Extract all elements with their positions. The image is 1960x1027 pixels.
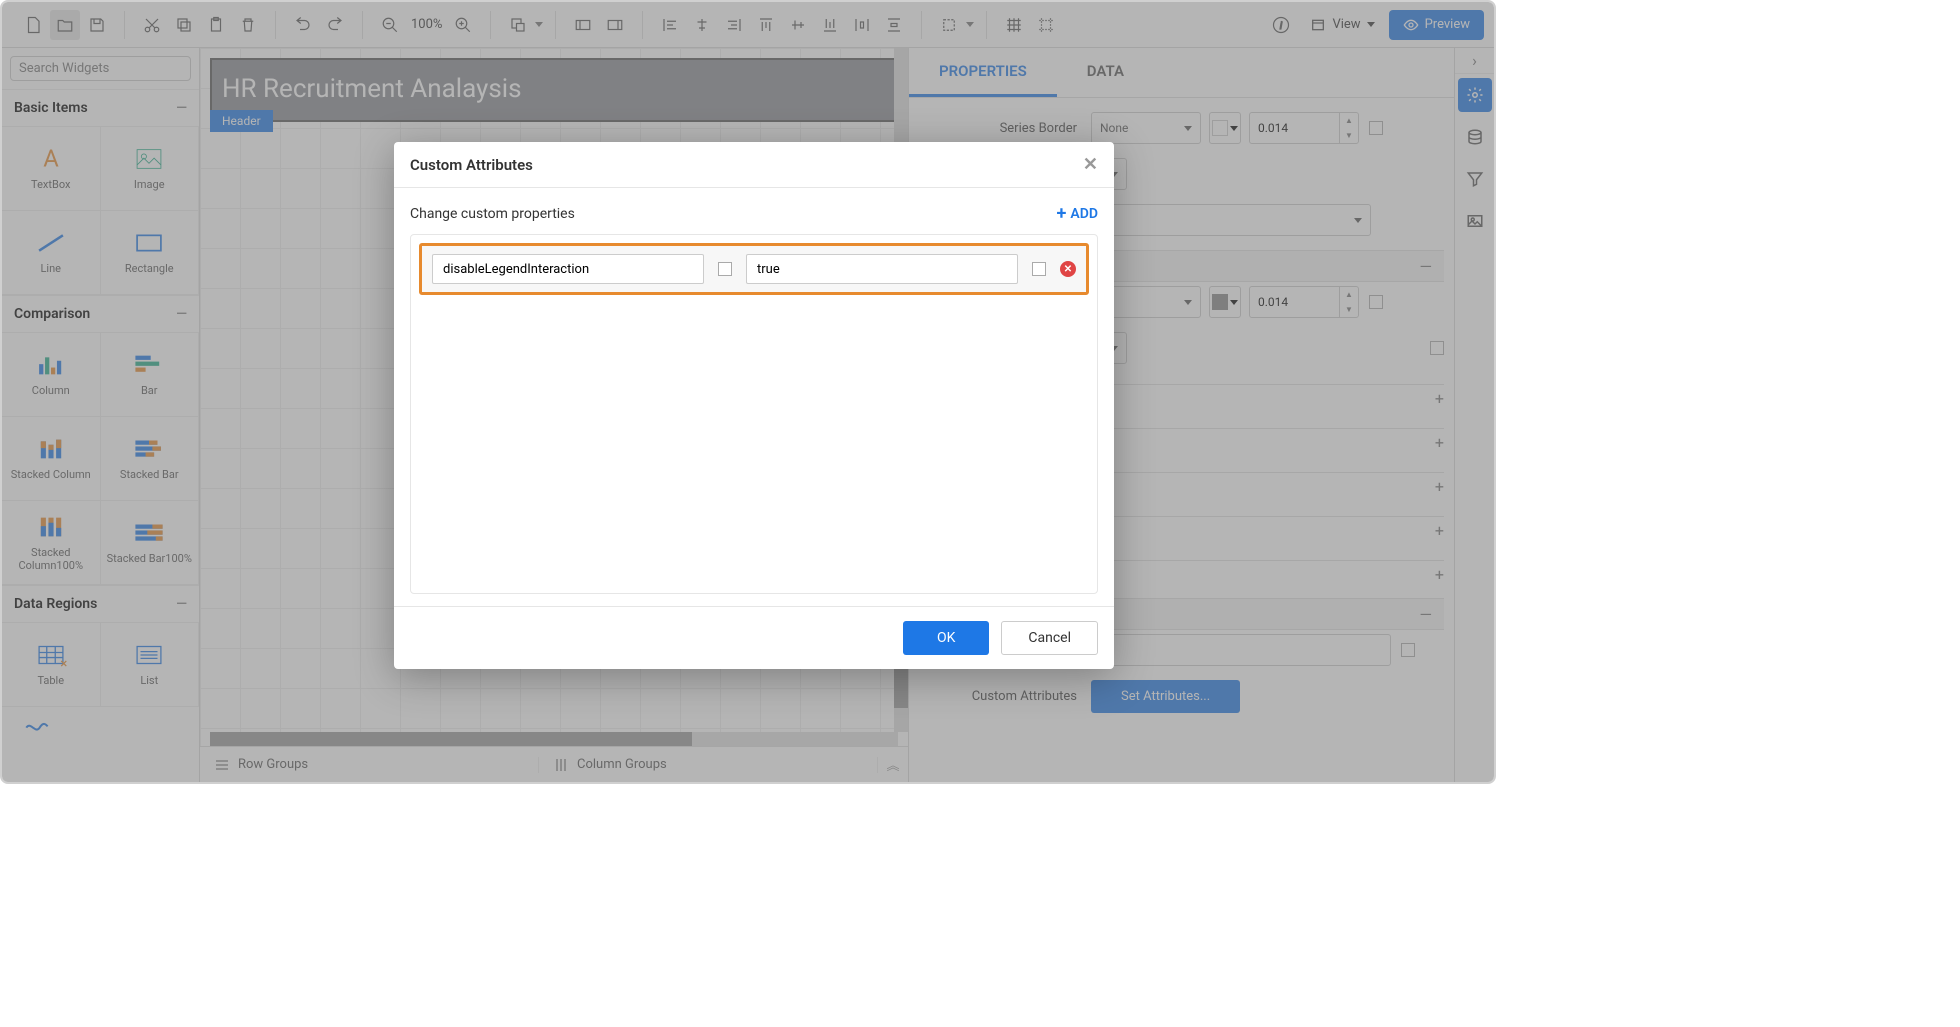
- delete-attribute-icon[interactable]: ✕: [1060, 261, 1076, 277]
- attribute-name-input[interactable]: [432, 254, 704, 284]
- dialog-title: Custom Attributes: [410, 156, 533, 174]
- attribute-name-checkbox[interactable]: [718, 262, 732, 276]
- attribute-value-input[interactable]: [746, 254, 1018, 284]
- attributes-list: ✕: [410, 234, 1098, 594]
- dialog-ok-button[interactable]: OK: [903, 621, 989, 655]
- dialog-subtitle: Change custom properties: [410, 206, 575, 222]
- dialog-cancel-button[interactable]: Cancel: [1001, 621, 1098, 655]
- attribute-value-checkbox[interactable]: [1032, 262, 1046, 276]
- add-attribute-button[interactable]: +ADD: [1057, 206, 1099, 222]
- attribute-row: ✕: [419, 243, 1089, 295]
- custom-attributes-dialog: Custom Attributes ✕ Change custom proper…: [394, 142, 1114, 669]
- dialog-close-icon[interactable]: ✕: [1083, 154, 1098, 175]
